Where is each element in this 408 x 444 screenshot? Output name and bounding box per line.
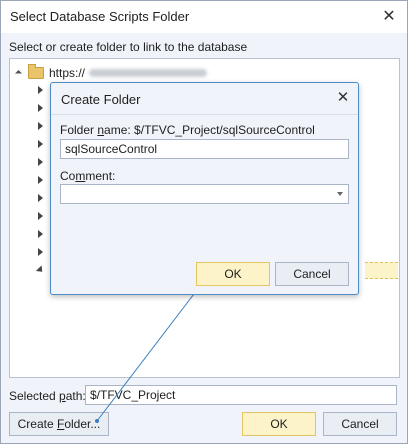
expand-arrow-icon[interactable] <box>38 122 43 130</box>
tree-root-node[interactable]: https:// <box>14 64 208 81</box>
label-part: ath: <box>65 389 86 403</box>
cancel-button[interactable]: Cancel <box>323 412 397 436</box>
comment-dropdown[interactable] <box>60 184 349 204</box>
label-accel: p <box>59 389 66 403</box>
label-accel: m <box>75 169 86 183</box>
chevron-down-icon[interactable] <box>337 192 343 196</box>
comment-label: Comment: <box>60 169 115 183</box>
expand-arrow-icon[interactable] <box>38 158 43 166</box>
button-label-part: older... <box>64 417 101 431</box>
expand-arrow-icon[interactable] <box>38 248 43 256</box>
expand-arrow-icon[interactable] <box>38 194 43 202</box>
label-part: Folder <box>60 123 98 137</box>
collapse-arrow-icon[interactable] <box>35 265 46 275</box>
label-part: Co <box>60 169 76 183</box>
expand-arrow-icon[interactable] <box>38 86 43 94</box>
blurred-server-url <box>89 69 208 77</box>
label-part: Selected <box>9 389 60 403</box>
button-label-part: Create <box>17 417 57 431</box>
folder-icon <box>28 64 44 79</box>
title-divider <box>51 114 358 115</box>
dialog-cancel-button[interactable]: Cancel <box>275 262 349 286</box>
ok-button[interactable]: OK <box>242 412 316 436</box>
expand-arrow-icon[interactable] <box>38 176 43 184</box>
instruction-text: Select or create folder to link to the d… <box>9 40 248 54</box>
dialog-ok-button[interactable]: OK <box>196 262 270 286</box>
expand-arrow-icon[interactable] <box>38 212 43 220</box>
expand-arrow-icon[interactable] <box>38 230 43 238</box>
window-title: Select Database Scripts Folder <box>10 9 190 24</box>
expand-arrow-icon[interactable] <box>38 140 43 148</box>
tree-root-label: https:// <box>49 66 86 80</box>
selected-node-highlight[interactable] <box>365 262 398 279</box>
folder-name-field[interactable]: sqlSourceControl <box>60 139 349 159</box>
selected-path-field[interactable]: $/TFVC_Project <box>85 385 397 405</box>
folder-name-label: Folder name: $/TFVC_Project/sqlSourceCon… <box>60 123 315 137</box>
dialog-title: Create Folder <box>61 92 141 107</box>
create-folder-button[interactable]: Create Folder... <box>9 412 109 436</box>
create-folder-dialog: Create Folder ✕ Folder name: $/TFVC_Proj… <box>50 82 359 295</box>
title-bar: Select Database Scripts Folder ✕ <box>1 1 407 33</box>
close-icon[interactable]: ✕ <box>332 87 354 109</box>
close-icon[interactable]: ✕ <box>377 5 401 29</box>
label-part: ame: $/TFVC_Project/sqlSourceControl <box>104 123 315 137</box>
collapse-arrow-icon[interactable] <box>14 69 23 77</box>
expand-arrow-icon[interactable] <box>38 104 43 112</box>
label-part: ment: <box>85 169 116 183</box>
selected-path-label: Selected path: <box>9 389 86 403</box>
